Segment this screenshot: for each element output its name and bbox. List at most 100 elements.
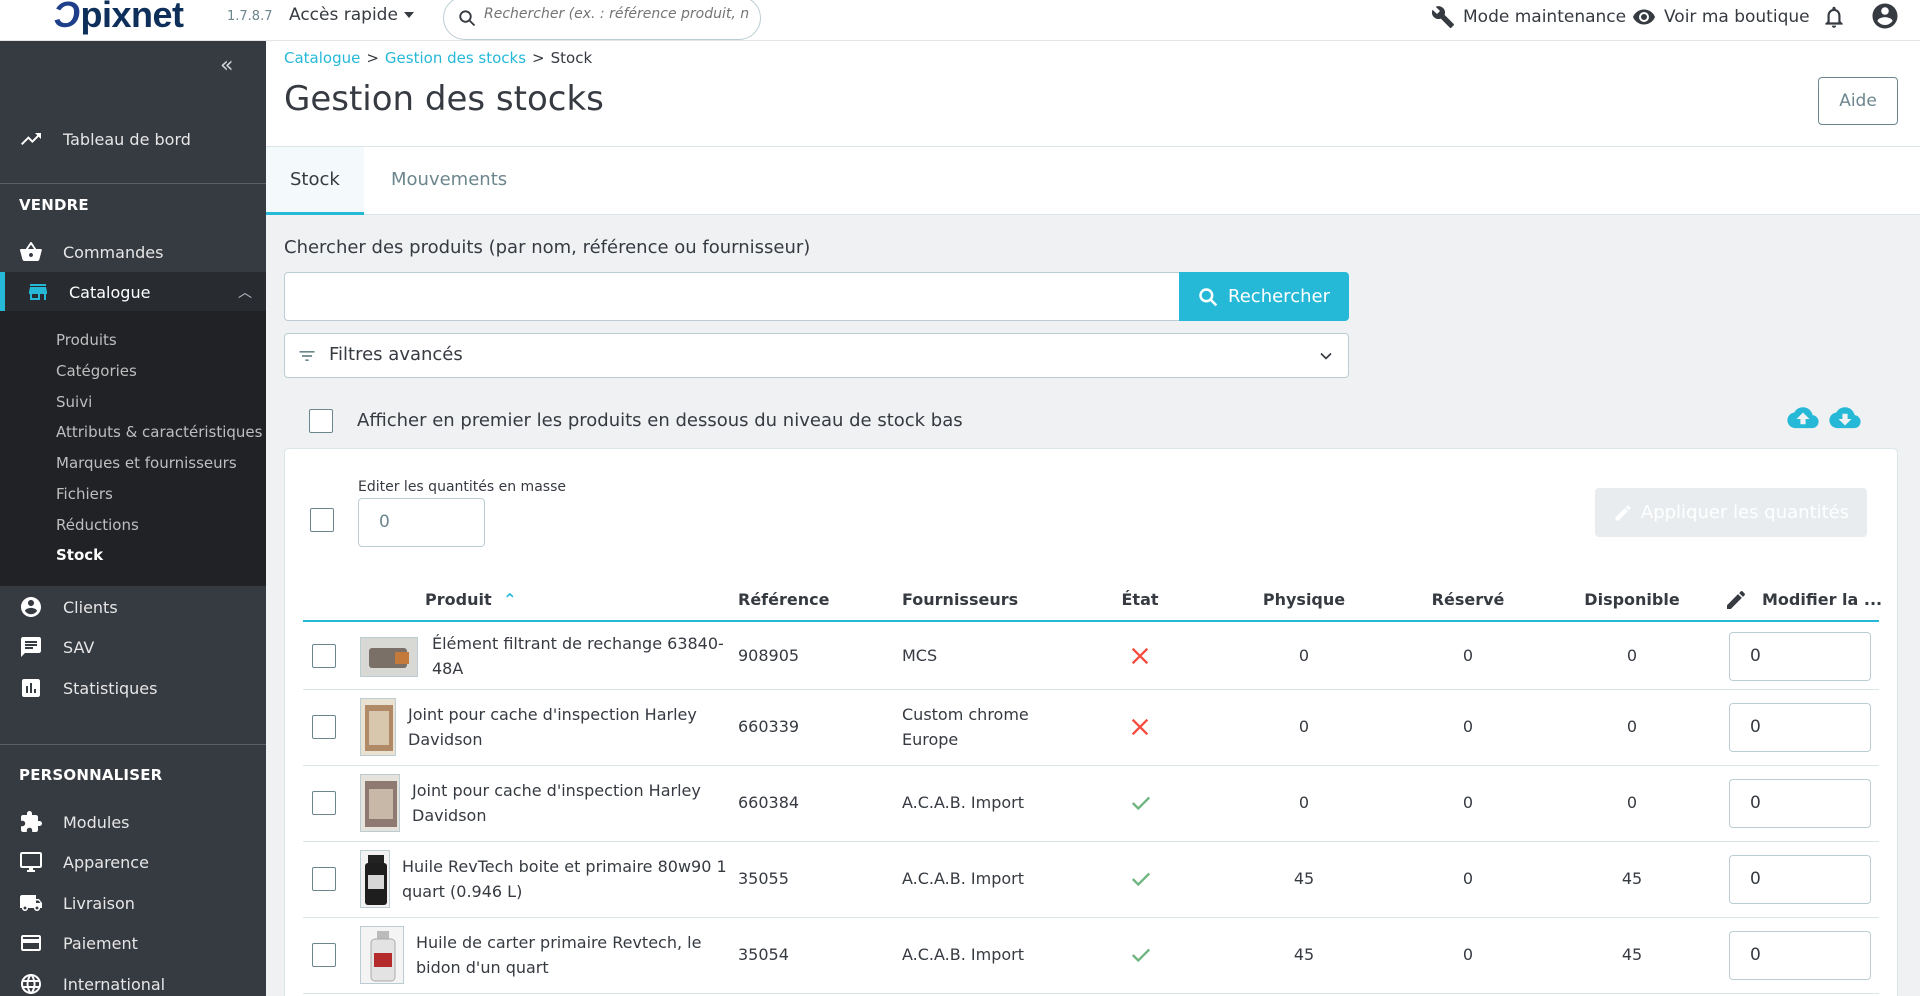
submenu-item-attributes[interactable]: Attributs & caractéristiques	[56, 423, 262, 441]
product-image	[361, 638, 417, 676]
view-shop-link[interactable]: Voir ma boutique	[1632, 5, 1810, 29]
breadcrumb-separator: >	[532, 49, 545, 67]
account-circle-icon	[21, 597, 41, 617]
edit-quantity-input[interactable]: 0	[1729, 632, 1871, 681]
column-header-available[interactable]: Disponible	[1584, 590, 1679, 609]
sidebar-item-modules[interactable]: Modules	[0, 802, 266, 842]
user-account-icon[interactable]	[1870, 1, 1900, 31]
submenu-item-stock[interactable]: Stock	[56, 546, 103, 564]
logo[interactable]: Ɔpixnet	[54, 0, 184, 36]
active-check-icon	[1131, 872, 1151, 887]
column-header-status[interactable]: État	[1121, 590, 1158, 609]
download-icon[interactable]	[1829, 406, 1861, 432]
sidebar-item-customers[interactable]: Clients	[0, 587, 266, 627]
row-checkbox[interactable]	[312, 715, 336, 739]
edit-quantity-input[interactable]: 0	[1729, 855, 1871, 904]
header-search-input[interactable]	[484, 6, 749, 22]
quick-access-label: Accès rapide	[289, 5, 398, 25]
bulk-quantity-input[interactable]: 0	[358, 498, 485, 547]
physical-quantity: 0	[1298, 646, 1310, 665]
sidebar-label: Clients	[63, 597, 118, 617]
edit-quantity-input[interactable]: 0	[1729, 931, 1871, 980]
sidebar-item-international[interactable]: International	[0, 964, 266, 996]
product-reference: 660339	[738, 717, 800, 736]
search-button-label: Rechercher	[1228, 286, 1330, 307]
product-thumbnail	[360, 774, 400, 832]
sidebar-item-shipping[interactable]: Livraison	[0, 883, 266, 923]
sidebar-item-payment[interactable]: Paiement	[0, 923, 266, 963]
product-thumbnail	[360, 698, 396, 756]
bell-icon[interactable]	[1821, 3, 1847, 31]
row-checkbox[interactable]	[312, 644, 336, 668]
select-all-checkbox[interactable]	[310, 508, 334, 532]
sidebar-item-dashboard[interactable]: Tableau de bord	[0, 119, 266, 159]
sidebar-item-design[interactable]: Apparence	[0, 842, 266, 882]
maintenance-mode-link[interactable]: Mode maintenance	[1431, 5, 1626, 29]
product-search-label: Chercher des produits (par nom, référenc…	[284, 237, 811, 258]
search-button[interactable]: Rechercher	[1179, 272, 1349, 321]
column-header-suppliers[interactable]: Fournisseurs	[902, 590, 1018, 609]
apply-quantities-button[interactable]: Appliquer les quantités	[1595, 488, 1867, 537]
column-header-reserved[interactable]: Réservé	[1432, 590, 1505, 609]
collapse-sidebar-icon[interactable]: «	[220, 53, 233, 78]
edit-quantity-input[interactable]: 0	[1729, 779, 1871, 828]
product-name[interactable]: Huile de carter primaire Revtech, le bid…	[416, 930, 728, 980]
bulk-edit-label: Editer les quantités en masse	[358, 479, 566, 495]
breadcrumb-catalog[interactable]: Catalogue	[284, 49, 360, 67]
row-checkbox[interactable]	[312, 867, 336, 891]
product-image	[361, 927, 403, 983]
sidebar-label: Apparence	[63, 852, 149, 872]
sidebar-item-support[interactable]: SAV	[0, 627, 266, 667]
breadcrumb-stock-management[interactable]: Gestion des stocks	[385, 49, 526, 67]
available-quantity: 0	[1626, 793, 1638, 812]
submenu-item-products[interactable]: Produits	[56, 331, 117, 349]
maintenance-label: Mode maintenance	[1463, 7, 1627, 27]
row-checkbox[interactable]	[312, 943, 336, 967]
quick-access-dropdown[interactable]: Accès rapide	[289, 5, 414, 25]
tab-movements[interactable]: Mouvements	[367, 147, 531, 215]
pencil-icon	[1727, 591, 1745, 609]
sidebar-item-orders[interactable]: Commandes	[0, 232, 266, 272]
physical-quantity: 45	[1293, 869, 1315, 888]
sidebar-item-catalog[interactable]: Catalogue ︿	[0, 272, 266, 312]
top-header: Ɔpixnet 1.7.8.7 Accès rapide Mode mainte…	[0, 0, 1920, 41]
product-reference: 35055	[738, 869, 789, 888]
sidebar-item-stats[interactable]: Statistiques	[0, 668, 266, 708]
monitor-icon	[20, 852, 42, 872]
row-checkbox[interactable]	[312, 791, 336, 815]
submenu-item-discounts[interactable]: Réductions	[56, 516, 139, 534]
product-thumbnail	[360, 637, 418, 677]
column-header-edit-quantity: Modifier la ...	[1762, 590, 1883, 609]
column-header-product[interactable]: Produit ⌃	[425, 590, 517, 609]
reserved-quantity: 0	[1462, 869, 1474, 888]
table-header: Produit ⌃ Référence Fournisseurs État Ph…	[303, 580, 1883, 622]
product-name[interactable]: Huile RevTech boite et primaire 80w90 1 …	[402, 854, 728, 904]
credit-card-icon	[21, 935, 41, 951]
product-search-input[interactable]	[284, 272, 1180, 321]
advanced-filters-dropdown[interactable]: Filtres avancés	[284, 333, 1349, 378]
product-supplier: A.C.A.B. Import	[902, 793, 1025, 812]
column-header-reference[interactable]: Référence	[738, 590, 829, 609]
header-search[interactable]	[443, 0, 761, 40]
basket-icon	[20, 242, 42, 261]
low-stock-first-checkbox[interactable]	[309, 409, 333, 433]
search-icon	[1199, 287, 1218, 306]
column-header-physical[interactable]: Physique	[1263, 590, 1345, 609]
upload-icon[interactable]	[1787, 406, 1819, 432]
sidebar-label: Modules	[63, 812, 130, 832]
submenu-item-monitoring[interactable]: Suivi	[56, 393, 92, 411]
submenu-item-categories[interactable]: Catégories	[56, 362, 137, 380]
help-button[interactable]: Aide	[1818, 77, 1898, 125]
product-name[interactable]: Joint pour cache d'inspection Harley Dav…	[408, 702, 728, 752]
reserved-quantity: 0	[1462, 646, 1474, 665]
product-name[interactable]: Joint pour cache d'inspection Harley Dav…	[412, 778, 728, 828]
edit-quantity-input[interactable]: 0	[1729, 703, 1871, 752]
tab-stock[interactable]: Stock	[266, 147, 364, 215]
submenu-item-files[interactable]: Fichiers	[56, 485, 113, 503]
submenu-item-brands[interactable]: Marques et fournisseurs	[56, 454, 237, 472]
sidebar-label: Tableau de bord	[63, 129, 191, 149]
divider	[0, 183, 266, 184]
reserved-quantity: 0	[1462, 717, 1474, 736]
available-quantity: 45	[1621, 945, 1643, 964]
product-name[interactable]: Élément filtrant de rechange 63840-48A	[432, 631, 732, 681]
